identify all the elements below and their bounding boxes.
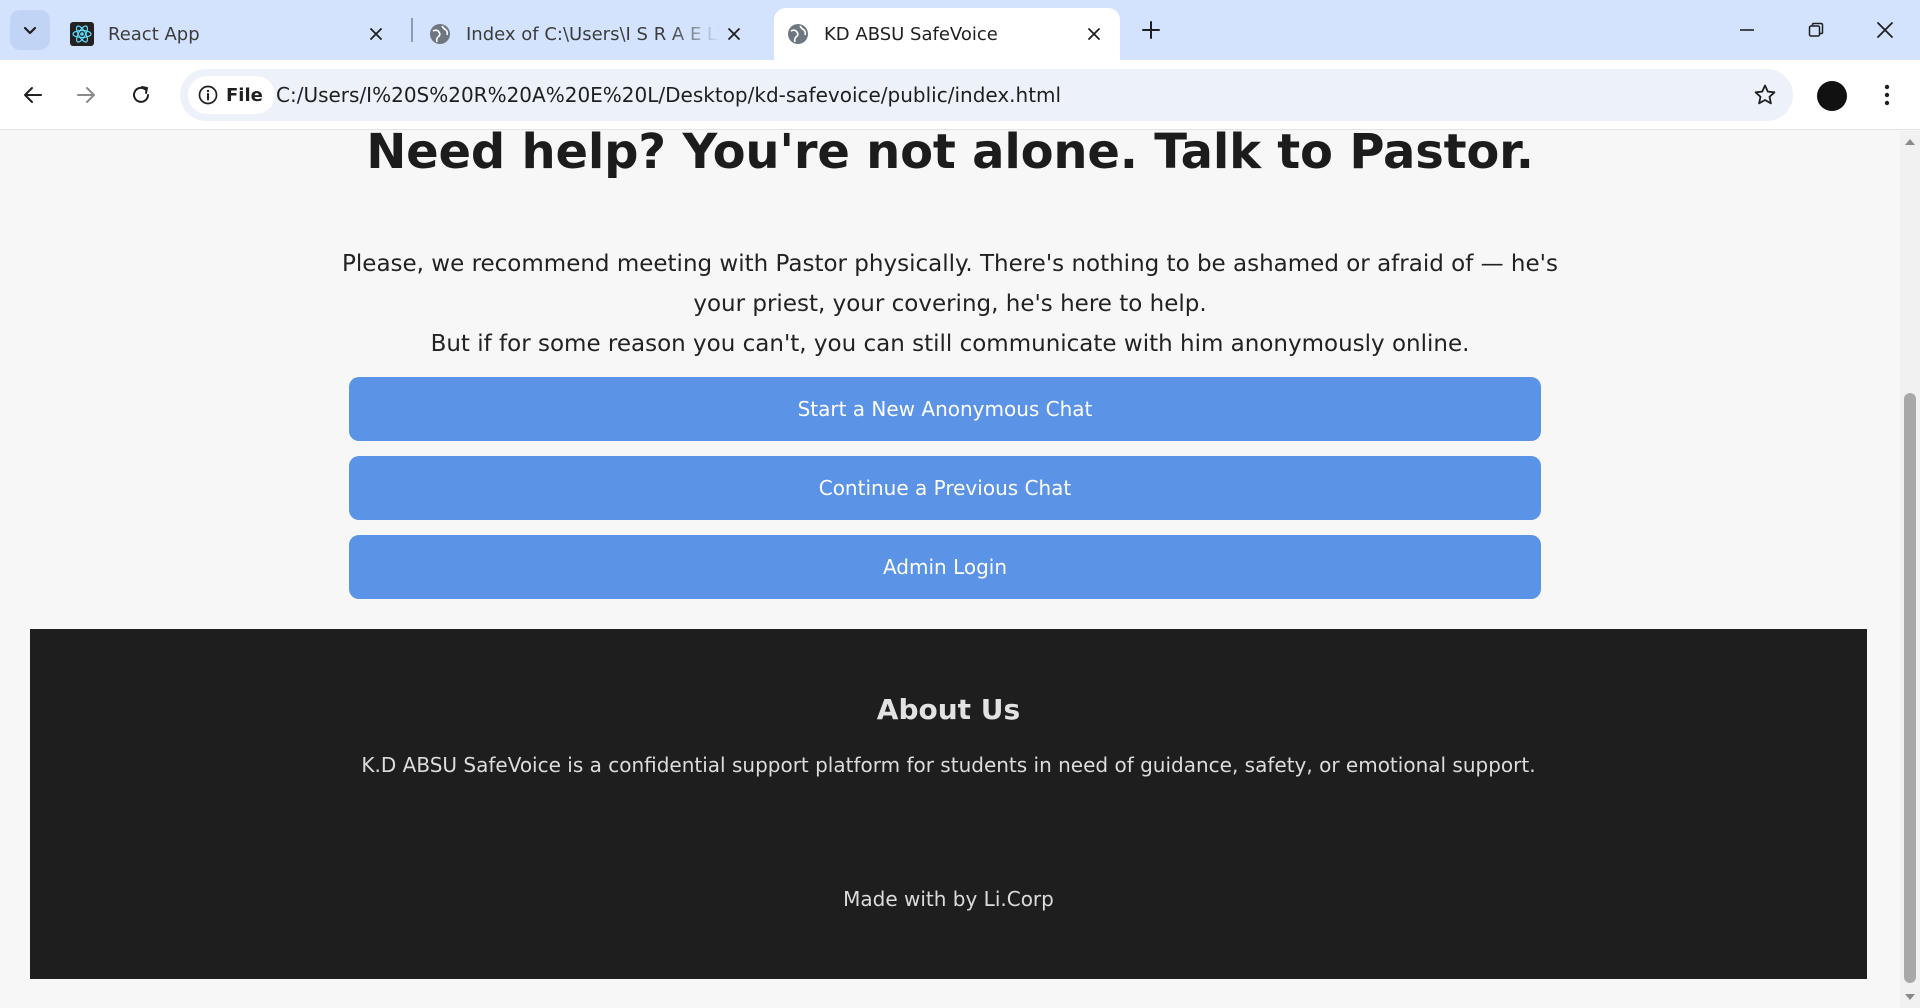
reload-icon: [133, 86, 149, 103]
close-icon[interactable]: [362, 20, 390, 48]
tab-strip: React App Index of C:\Users\I S R A E L\…: [0, 0, 1920, 60]
page-scrollbar[interactable]: [1900, 131, 1920, 1008]
profile-avatar[interactable]: [1817, 81, 1847, 111]
intro-paragraph-2: But if for some reason you can't, you ca…: [430, 331, 1470, 357]
tab-title: KD ABSU SafeVoice: [824, 23, 998, 45]
close-window-button[interactable]: [1863, 8, 1907, 52]
tab-react-app[interactable]: React App: [60, 8, 400, 60]
back-button[interactable]: [13, 75, 53, 115]
new-tab-button[interactable]: [1135, 14, 1167, 46]
about-us-heading: About Us: [876, 693, 1021, 726]
page-title: Need help? You're not alone. Talk to Pas…: [366, 131, 1534, 180]
bookmark-star-icon[interactable]: [1751, 81, 1779, 109]
more-menu-icon[interactable]: [1872, 75, 1902, 115]
admin-login-button[interactable]: Admin Login: [349, 535, 1541, 599]
forward-button[interactable]: [66, 75, 106, 115]
chevron-down-icon: [23, 26, 37, 35]
intro-text: Please, we recommend meeting with Pastor…: [340, 244, 1560, 364]
minimize-button[interactable]: [1725, 8, 1769, 52]
close-icon[interactable]: [1080, 20, 1108, 48]
minimize-icon: [1740, 29, 1754, 31]
page-footer: About Us K.D ABSU SafeVoice is a confide…: [30, 629, 1867, 979]
tab-title: Index of C:\Users\I S R A E L\Desktop: [466, 23, 720, 45]
arrow-left-icon: [24, 87, 42, 103]
tab-divider: [411, 18, 413, 42]
arrow-right-icon: [77, 87, 95, 103]
url-text[interactable]: C:/Users/I%20S%20R%20A%20E%20L/Desktop/k…: [276, 69, 1061, 121]
react-logo-icon: [70, 22, 94, 46]
tab-index-of[interactable]: Index of C:\Users\I S R A E L\Desktop: [418, 8, 756, 60]
close-icon: [1877, 22, 1893, 38]
plus-icon: [1142, 21, 1160, 39]
tab-search-button[interactable]: [10, 10, 50, 50]
address-bar[interactable]: File C:/Users/I%20S%20R%20A%20E%20L/Desk…: [180, 69, 1793, 121]
start-new-chat-button[interactable]: Start a New Anonymous Chat: [349, 377, 1541, 441]
browser-toolbar: File C:/Users/I%20S%20R%20A%20E%20L/Desk…: [0, 60, 1920, 130]
globe-icon: [786, 22, 810, 46]
scroll-down-arrow-icon[interactable]: [1904, 992, 1916, 1002]
info-icon: [198, 85, 218, 105]
close-icon[interactable]: [720, 20, 748, 48]
scheme-label: File: [226, 84, 263, 106]
tab-title: React App: [108, 23, 200, 45]
footer-credit: Made with by Li.Corp: [843, 887, 1054, 911]
restore-icon: [1808, 22, 1824, 37]
site-info-chip[interactable]: File: [188, 76, 275, 114]
intro-paragraph-1: Please, we recommend meeting with Pastor…: [342, 251, 1558, 317]
about-us-description: K.D ABSU SafeVoice is a confidential sup…: [361, 753, 1536, 777]
restore-button[interactable]: [1794, 8, 1838, 52]
scroll-thumb[interactable]: [1904, 393, 1916, 983]
tab-kd-absu-safevoice[interactable]: KD ABSU SafeVoice: [774, 8, 1120, 60]
page-viewport: Need help? You're not alone. Talk to Pas…: [0, 131, 1900, 1008]
globe-icon: [428, 22, 452, 46]
reload-button[interactable]: [121, 75, 161, 115]
scroll-up-arrow-icon[interactable]: [1904, 137, 1916, 147]
continue-chat-button[interactable]: Continue a Previous Chat: [349, 456, 1541, 520]
